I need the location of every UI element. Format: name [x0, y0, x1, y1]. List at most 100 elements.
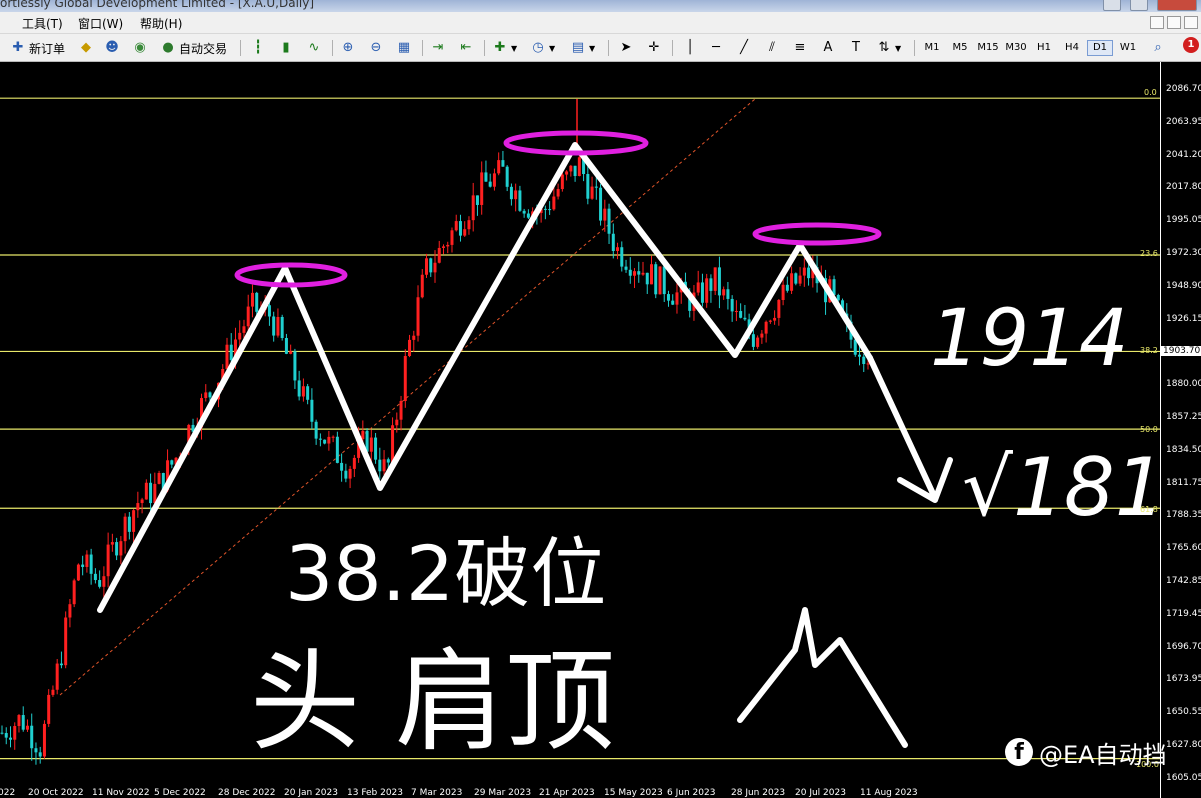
- timeframe-w1[interactable]: W1: [1115, 40, 1141, 56]
- auto-trading-icon: ●: [162, 40, 174, 55]
- close-button[interactable]: [1157, 0, 1197, 11]
- candle-body: [624, 266, 628, 270]
- candle-body: [157, 472, 161, 484]
- templates-button[interactable]: ▤ ▼: [570, 39, 595, 57]
- candle-body: [773, 317, 777, 321]
- candle-body: [862, 356, 866, 364]
- candle-body: [543, 208, 547, 210]
- price-axis-label: 1857.25: [1166, 412, 1201, 422]
- date-axis-label: 28 Jun 2023: [731, 788, 786, 798]
- clock-icon: ◷: [532, 40, 544, 55]
- candle-body: [514, 190, 518, 200]
- candle-body: [743, 317, 747, 320]
- date-axis-label: 29 Mar 2023: [474, 788, 532, 798]
- price-chart[interactable]: 1914 √1814 38.2破位 头 肩顶: [0, 62, 1160, 798]
- facebook-logo-icon: f: [1005, 738, 1033, 766]
- zoom-in-button[interactable]: ⊕: [340, 39, 359, 57]
- chart-restore-button[interactable]: [1167, 16, 1181, 29]
- candle-body: [144, 482, 148, 500]
- candlestick-button[interactable]: ▮: [278, 39, 297, 57]
- candle-body: [293, 351, 297, 381]
- minimize-button[interactable]: [1103, 0, 1121, 11]
- candle-body: [552, 196, 556, 210]
- vertical-line-tool[interactable]: │: [682, 39, 701, 57]
- text-tool[interactable]: A: [820, 39, 839, 57]
- crosshair-tool[interactable]: ✛: [646, 39, 665, 57]
- search-button[interactable]: ⌕: [1150, 39, 1169, 57]
- timeframe-m30[interactable]: M30: [1003, 40, 1029, 56]
- timeframe-m15[interactable]: M15: [975, 40, 1001, 56]
- candle-body: [344, 470, 348, 479]
- timeframe-m1[interactable]: M1: [919, 40, 945, 56]
- candle-body: [628, 269, 632, 276]
- candle-body: [637, 271, 641, 275]
- auto-scroll-button[interactable]: ⇥: [430, 39, 449, 57]
- candle-body: [522, 210, 526, 214]
- candle-body: [756, 337, 760, 347]
- candle-body: [645, 272, 649, 285]
- head-shoulders-sketch: [737, 607, 908, 748]
- candle-body: [590, 186, 594, 199]
- chart-minimize-button[interactable]: [1150, 16, 1164, 29]
- timeframe-m5[interactable]: M5: [947, 40, 973, 56]
- candle-body: [318, 438, 322, 440]
- fibonacci-tool[interactable]: ≡: [792, 39, 811, 57]
- tile-windows-button[interactable]: ▦: [396, 39, 415, 57]
- date-axis-label: 11 Nov 2022: [92, 788, 150, 798]
- notification-badge[interactable]: 1: [1183, 37, 1199, 53]
- equidistant-channel-tool[interactable]: ⫽: [764, 39, 783, 57]
- candle-body: [518, 190, 522, 211]
- channel-icon: ⫽: [769, 40, 775, 55]
- window-title: ortlessly Global Development Limited - […: [0, 0, 315, 10]
- candle-body: [89, 554, 93, 574]
- menu-window[interactable]: 窗口(W): [78, 15, 123, 32]
- maximize-button[interactable]: [1130, 0, 1148, 11]
- candle-body: [140, 499, 144, 504]
- candle-body: [433, 262, 437, 273]
- bar-chart-button[interactable]: ┇: [250, 39, 269, 57]
- new-order-button[interactable]: ✚ 新订单: [10, 39, 65, 57]
- candle-body: [132, 510, 136, 532]
- chart-close-button[interactable]: [1184, 16, 1198, 29]
- signals-button[interactable]: ◉: [132, 39, 151, 57]
- candle-body: [450, 230, 454, 245]
- date-axis-label: 15 May 2023: [604, 788, 663, 798]
- menu-help[interactable]: 帮助(H): [140, 15, 182, 32]
- price-axis-label: 1650.55: [1166, 707, 1201, 718]
- chart-shift-button[interactable]: ⇤: [458, 39, 477, 57]
- horizontal-line-tool[interactable]: ─: [708, 39, 727, 57]
- dropdown-arrow-icon: ▼: [589, 43, 596, 53]
- gold-button[interactable]: ◆: [78, 39, 97, 57]
- zoom-out-icon: ⊖: [370, 40, 382, 55]
- line-chart-button[interactable]: ∿: [306, 39, 325, 57]
- candle-body: [548, 209, 552, 211]
- new-order-icon: ✚: [12, 40, 24, 55]
- candle-body: [603, 208, 607, 221]
- arrows-tool[interactable]: ⇅ ▼: [876, 39, 902, 57]
- fib-level-0-label: 0.0: [1144, 88, 1157, 97]
- cursor-tool[interactable]: ➤: [618, 39, 637, 57]
- periods-button[interactable]: ◷ ▼: [530, 39, 555, 57]
- indicators-button[interactable]: ✚ ▼: [492, 39, 518, 57]
- candle-body: [204, 392, 208, 399]
- timeframe-h1[interactable]: H1: [1031, 40, 1057, 56]
- cursor-icon: ➤: [620, 40, 632, 55]
- indicators-icon: ✚: [494, 40, 506, 55]
- text-label-tool[interactable]: T: [848, 39, 867, 57]
- candle-body: [59, 663, 63, 666]
- candle-body: [267, 305, 271, 317]
- candle-body: [497, 160, 501, 174]
- price-axis-label: 1719.45: [1166, 608, 1201, 619]
- crosshair-icon: ✛: [648, 40, 660, 55]
- price-axis-label: 1811.75: [1166, 477, 1201, 488]
- candle-body: [352, 457, 356, 469]
- zoom-out-button[interactable]: ⊖: [368, 39, 387, 57]
- market-watch-button[interactable]: ☻: [104, 39, 123, 57]
- timeframe-h4[interactable]: H4: [1059, 40, 1085, 56]
- auto-trading-button[interactable]: ● 自动交易: [160, 39, 227, 57]
- menu-tools[interactable]: 工具(T): [22, 15, 63, 32]
- trendline-tool[interactable]: ╱: [736, 39, 755, 57]
- candle-body: [136, 503, 140, 511]
- timeframe-d1[interactable]: D1: [1087, 40, 1113, 56]
- candle-body: [106, 544, 110, 577]
